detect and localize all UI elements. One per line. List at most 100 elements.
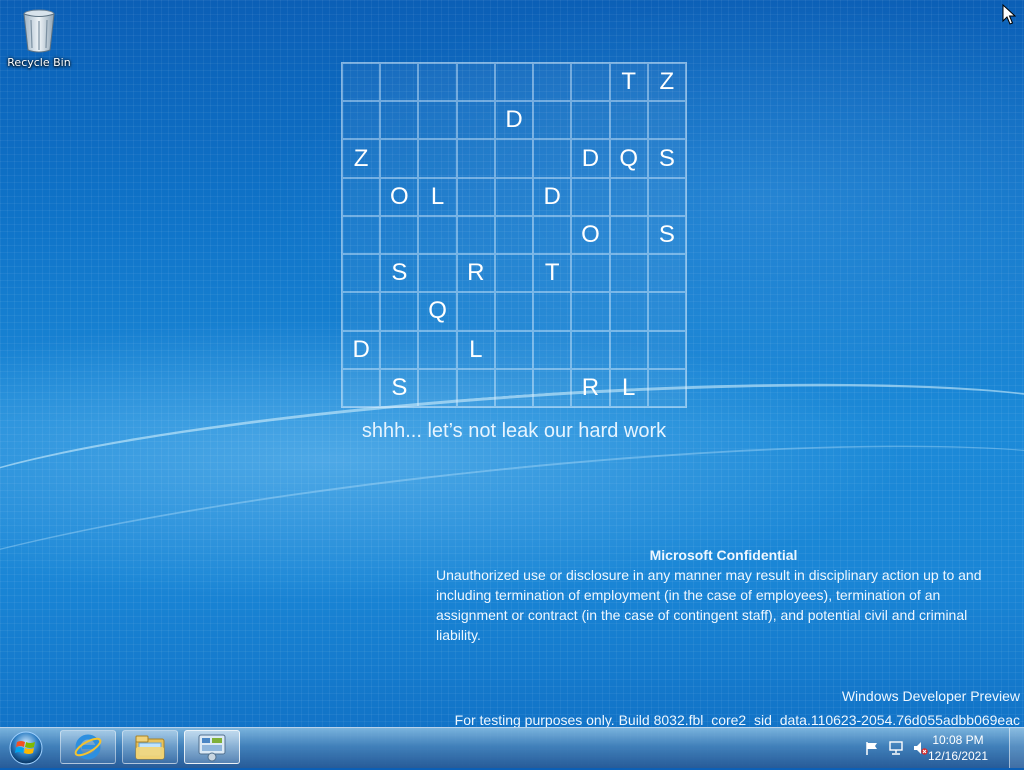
grid-cell — [418, 101, 457, 140]
grid-cell — [571, 63, 610, 102]
grid-cell — [456, 368, 495, 407]
grid-cell: S — [647, 139, 686, 178]
network-icon[interactable] — [888, 740, 904, 756]
grid-cell — [418, 368, 457, 407]
taskbar-internet-explorer[interactable] — [60, 730, 116, 764]
grid-cell — [342, 215, 381, 255]
grid-cell — [571, 101, 610, 140]
grid-cell: R — [571, 368, 610, 407]
grid-cell — [647, 177, 686, 216]
control-panel-icon — [198, 734, 226, 762]
grid-cell — [647, 101, 686, 140]
grid-cell — [380, 215, 419, 255]
grid-cell — [342, 292, 381, 331]
grid-cell — [609, 215, 648, 255]
grid-cell: S — [380, 368, 419, 407]
grid-cell — [494, 368, 534, 407]
clock-date: 12/16/2021 — [927, 749, 989, 763]
start-button[interactable] — [6, 730, 46, 766]
grid-cell: L — [456, 330, 495, 369]
grid-cell — [494, 63, 534, 102]
grid-cell — [456, 215, 495, 255]
grid-cell — [647, 254, 686, 293]
grid-cell: S — [647, 215, 686, 255]
grid-cell — [609, 254, 648, 293]
grid-cell — [571, 292, 610, 331]
grid-cell — [342, 254, 381, 293]
grid-cell — [494, 215, 534, 255]
grid-cell — [609, 101, 648, 140]
product-name: Windows Developer Preview — [841, 688, 1020, 704]
grid-cell — [342, 177, 381, 216]
grid-cell — [533, 63, 572, 102]
grid-cell — [380, 63, 419, 102]
grid-cell — [494, 330, 534, 369]
grid-cell: D — [494, 101, 534, 140]
grid-cell: D — [342, 330, 381, 369]
letter-grid: TZDZDQSOLDOSSRTQDLSRL — [341, 62, 687, 408]
grid-cell — [418, 215, 457, 255]
grid-cell — [609, 330, 648, 369]
grid-cell — [380, 101, 419, 140]
show-desktop-button[interactable] — [1009, 728, 1024, 768]
grid-cell — [494, 292, 534, 331]
grid-cell: D — [571, 139, 610, 178]
internet-explorer-icon — [74, 734, 102, 760]
grid-cell — [533, 215, 572, 255]
action-center-flag-icon[interactable] — [864, 740, 880, 756]
grid-cell: Z — [647, 63, 686, 102]
grid-cell — [647, 368, 686, 407]
grid-cell: O — [380, 177, 419, 216]
grid-cell: R — [456, 254, 495, 293]
clock-time: 10:08 PM — [932, 733, 984, 747]
grid-cell — [418, 254, 457, 293]
grid-cell — [342, 101, 381, 140]
grid-cell — [494, 139, 534, 178]
grid-cell — [418, 63, 457, 102]
desktop-icon-recycle-bin[interactable]: Recycle Bin — [4, 6, 74, 69]
grid-cell — [533, 139, 572, 178]
grid-cell: T — [609, 63, 648, 102]
windows-explorer-icon — [135, 735, 165, 760]
grid-cell — [456, 101, 495, 140]
grid-cell — [342, 368, 381, 407]
desktop-icon-label: Recycle Bin — [7, 56, 71, 69]
confidential-title: Microsoft Confidential — [649, 547, 798, 563]
grid-cell: T — [533, 254, 572, 293]
grid-cell — [418, 330, 457, 369]
grid-cell — [609, 292, 648, 331]
grid-cell: S — [380, 254, 419, 293]
grid-cell — [494, 254, 534, 293]
grid-cell: O — [571, 215, 610, 255]
grid-cell — [456, 177, 495, 216]
grid-cell — [609, 177, 648, 216]
windows-orb-icon — [9, 731, 43, 765]
taskbar: 10:08 PM 12/16/2021 — [0, 727, 1024, 768]
grid-cell: L — [418, 177, 457, 216]
grid-cell — [456, 292, 495, 331]
taskbar-windows-explorer[interactable] — [122, 730, 178, 764]
grid-cell — [456, 63, 495, 102]
grid-cell — [418, 139, 457, 178]
grid-cell — [571, 330, 610, 369]
recycle-bin-icon — [19, 6, 59, 54]
confidential-body: Unauthorized use or disclosure in any ma… — [436, 567, 982, 643]
grid-cell — [533, 368, 572, 407]
grid-cell — [533, 101, 572, 140]
grid-tagline: shhh... let’s not leak our hard work — [361, 420, 667, 442]
grid-cell — [456, 139, 495, 178]
grid-cell — [533, 330, 572, 369]
grid-cell: L — [609, 368, 648, 407]
grid-cell — [571, 177, 610, 216]
taskbar-control-panel[interactable] — [184, 730, 240, 764]
grid-cell — [342, 63, 381, 102]
grid-cell: Z — [342, 139, 381, 178]
build-watermark: Windows Developer Preview For testing pu… — [455, 684, 1020, 732]
grid-cell — [494, 177, 534, 216]
taskbar-clock[interactable]: 10:08 PM 12/16/2021 — [918, 732, 998, 764]
grid-cell: Q — [418, 292, 457, 331]
grid-cell — [380, 330, 419, 369]
mouse-cursor-icon — [1002, 3, 1017, 30]
grid-cell — [647, 292, 686, 331]
grid-cell: D — [533, 177, 572, 216]
